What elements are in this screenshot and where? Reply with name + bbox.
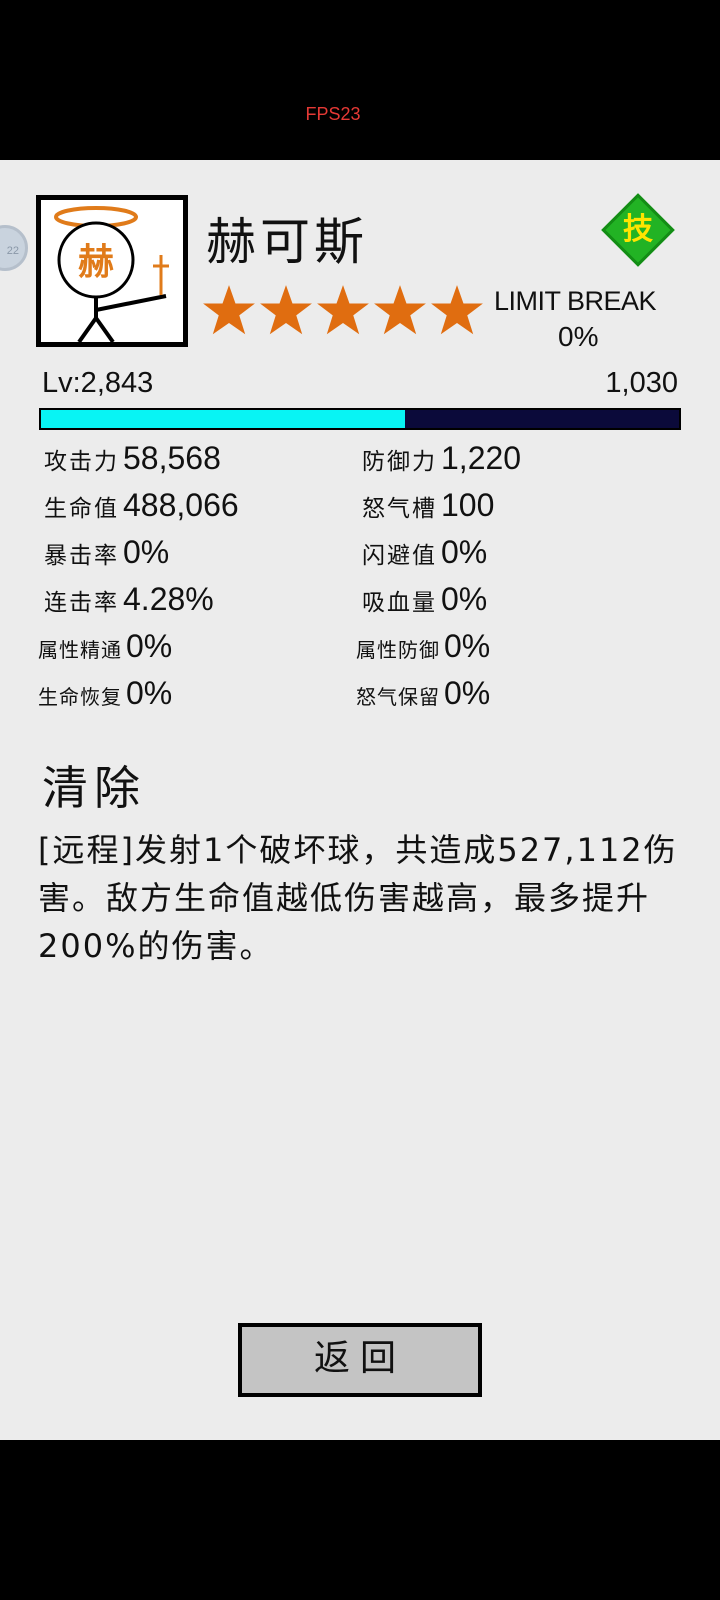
star-rating [202,283,484,337]
exp-bar [39,408,681,430]
star-icon [431,285,483,335]
hero-level: Lv:2,843 [42,367,154,399]
fps-counter: FPS23 [305,104,361,124]
star-icon [374,285,426,335]
stat-value: 488,066 [123,487,239,523]
portrait-glyph: 赫 [78,242,114,283]
stat-rage-retain: 怒气保留 0% [356,675,490,712]
stat-dodge: 闪避值 0% [362,534,487,571]
skill-badge-label: 技 [623,212,653,247]
hero-name: 赫可斯 [206,213,368,271]
stat-hp: 生命值 488,066 [44,487,239,524]
back-button[interactable]: 返回 [238,1323,482,1397]
stat-crit: 暴击率 0% [44,534,169,571]
stat-value: 0% [126,675,173,711]
stat-value: 1,220 [441,440,522,476]
stat-label: 属性精通 [38,638,122,662]
stat-value: 0% [123,534,170,570]
stat-label: 防御力 [362,449,437,475]
star-icon [317,285,369,335]
stat-defense: 防御力 1,220 [362,440,521,477]
stat-label: 怒气槽 [362,496,437,522]
stat-rage: 怒气槽 100 [362,487,494,524]
exp-value: 1,030 [605,367,678,399]
stat-value: 0% [126,628,173,664]
limit-break-label: LIMIT BREAK [494,286,657,316]
stat-value: 0% [441,581,488,617]
stat-label: 生命值 [44,496,119,522]
stat-label: 攻击力 [44,449,119,475]
stat-label: 怒气保留 [356,685,440,709]
stat-label: 属性防御 [356,638,440,662]
star-icon [260,285,312,335]
stat-element-defense: 属性防御 0% [356,628,490,665]
stat-value: 58,568 [123,440,221,476]
stat-value: 4.28% [123,581,214,617]
stat-lifesteal: 吸血量 0% [362,581,487,618]
stat-hp-regen: 生命恢复 0% [38,675,172,712]
hero-portrait: 赫 [36,195,188,347]
stat-label: 生命恢复 [38,685,122,709]
stat-label: 连击率 [44,590,119,616]
skill-description: [远程]发射1个破坏球，共造成527,112伤害。敌方生命值越低伤害越高，最多提… [38,831,678,965]
stat-value: 0% [444,628,491,664]
stat-value: 0% [441,534,488,570]
stat-value: 100 [441,487,495,523]
stat-label: 暴击率 [44,543,119,569]
stat-label: 吸血量 [362,590,437,616]
star-icon [203,285,255,335]
exp-bar-fill [41,410,405,428]
skill-title: 清除 [42,761,146,815]
stat-label: 闪避值 [362,543,437,569]
stickman-portrait-icon: 赫 [54,206,169,344]
stat-value: 0% [444,675,491,711]
stat-attack: 攻击力 58,568 [44,440,221,477]
stat-element-mastery: 属性精通 0% [38,628,172,665]
limit-break-value: 0% [558,321,599,352]
stat-combo: 连击率 4.28% [44,581,214,618]
